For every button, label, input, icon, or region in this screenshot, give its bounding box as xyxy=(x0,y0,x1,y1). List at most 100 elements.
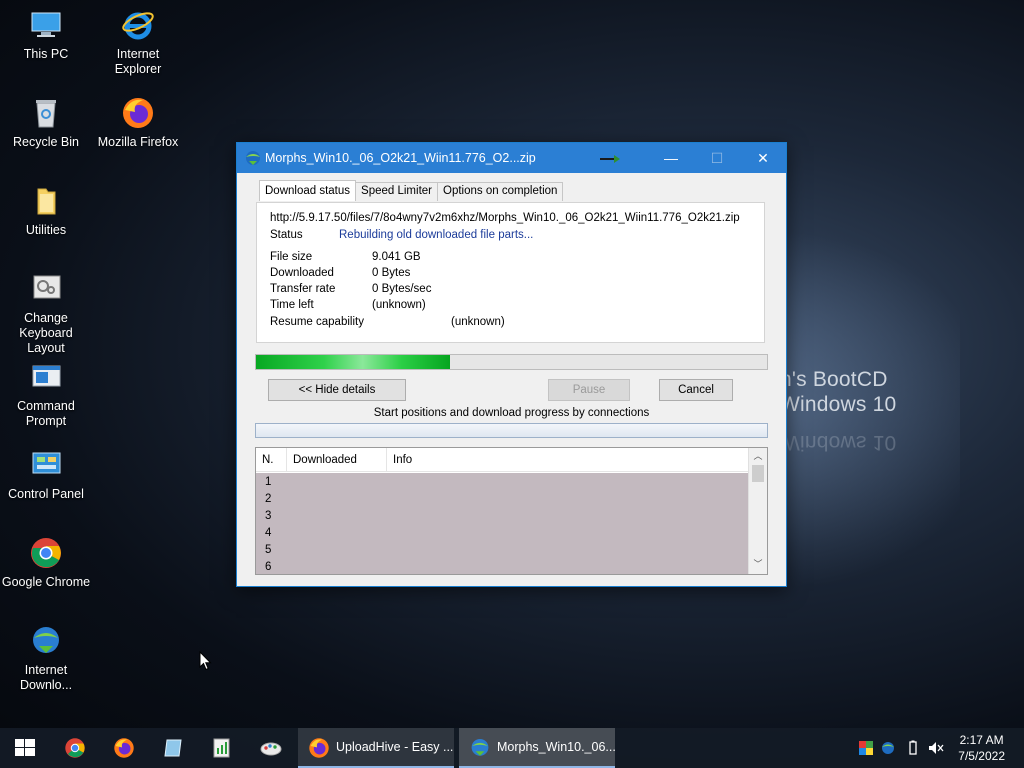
scroll-thumb[interactable] xyxy=(752,465,764,482)
internet-explorer-icon xyxy=(121,8,155,42)
desktop-icon-chrome[interactable]: Google Chrome xyxy=(0,536,92,590)
downloaded-value: 0 Bytes xyxy=(372,267,411,279)
desktop-icon-label: Internet Explorer xyxy=(114,47,162,76)
clock-time: 2:17 AM xyxy=(959,733,1004,747)
list-scrollbar[interactable]: ︿ ﹀ xyxy=(748,448,767,574)
list-item[interactable]: 5 xyxy=(265,542,271,559)
desktop-icon-label: Google Chrome xyxy=(1,575,91,589)
desktop-icon-command-prompt[interactable]: Command Prompt xyxy=(0,360,92,429)
desktop-icon-label: Control Panel xyxy=(8,487,84,501)
column-header-number[interactable]: N. xyxy=(256,448,287,472)
tab-speed-limiter[interactable]: Speed Limiter xyxy=(355,182,438,201)
desktop-icon-keyboard-layout[interactable]: Change Keyboard Layout xyxy=(0,272,92,356)
desktop-icon-recycle-bin[interactable]: Recycle Bin xyxy=(0,96,92,150)
paint-icon xyxy=(260,737,282,759)
tab-options-on-completion[interactable]: Options on completion xyxy=(437,182,564,201)
folder-icon xyxy=(29,184,63,218)
minimize-button[interactable]: — xyxy=(648,143,694,173)
desktop-icon-label: Utilities xyxy=(25,223,67,237)
desktop-icon-utilities[interactable]: Utilities xyxy=(0,184,92,238)
wallpaper-text-line2: Windows 10 xyxy=(780,393,897,416)
chrome-icon xyxy=(64,737,86,759)
desktop-icon-label: Change Keyboard Layout xyxy=(19,311,73,355)
transfer-arrow-icon xyxy=(595,143,625,173)
desktop-icon-label: Recycle Bin xyxy=(13,135,79,149)
start-button[interactable] xyxy=(0,728,48,768)
idm-icon xyxy=(244,149,262,167)
file-size-value: 9.041 GB xyxy=(372,251,421,263)
color-icon[interactable] xyxy=(858,740,874,756)
list-item[interactable]: 2 xyxy=(265,491,271,508)
command-prompt-icon xyxy=(29,360,63,394)
taskbar-notepad-chart-button[interactable] xyxy=(197,728,245,768)
taskbar-chrome-button[interactable] xyxy=(50,728,98,768)
taskbar: UploadHive - Easy ... Morphs_Win10._06..… xyxy=(0,728,1024,768)
taskbar-task-uploadhive[interactable]: UploadHive - Easy ... xyxy=(298,728,454,768)
firefox-icon xyxy=(308,737,330,759)
wallpaper-text-line1: n's BootCD xyxy=(780,368,888,391)
firefox-icon xyxy=(121,96,155,130)
connections-progress-bar xyxy=(255,423,768,438)
connections-list-header: N. Downloaded Info xyxy=(256,448,748,472)
taskbar-paint-button[interactable] xyxy=(246,728,294,768)
desktop-icon-idm[interactable]: Internet Downlo... xyxy=(0,624,92,693)
desktop-icon-label: This PC xyxy=(23,47,69,61)
download-progress-fill xyxy=(256,355,451,369)
column-header-downloaded[interactable]: Downloaded xyxy=(287,448,387,472)
desktop-icon-control-panel[interactable]: Control Panel xyxy=(0,448,92,502)
connections-list-body: 1 2 3 4 5 6 xyxy=(256,473,748,574)
download-status-panel: http://5.9.17.50/files/7/8o4wny7v2m6xhz/… xyxy=(256,202,765,343)
desktop-icon-this-pc[interactable]: This PC xyxy=(0,8,92,62)
desktop-icon-label: Mozilla Firefox xyxy=(97,135,179,149)
usb-icon[interactable] xyxy=(905,740,921,756)
idm-icon xyxy=(469,737,491,759)
close-button[interactable]: ✕ xyxy=(740,143,786,173)
window-title-bar[interactable]: Morphs_Win10._06_O2k21_Wiin11.776_O2...z… xyxy=(237,143,786,173)
scroll-up-icon[interactable]: ︿ xyxy=(749,448,767,464)
tab-download-status[interactable]: Download status xyxy=(259,180,357,201)
desktop-icon-label: Internet Downlo... xyxy=(19,663,73,692)
list-item[interactable]: 4 xyxy=(265,525,271,542)
transfer-rate-label: Transfer rate xyxy=(270,283,336,295)
taskbar-task-idm-download[interactable]: Morphs_Win10._06... xyxy=(459,728,616,768)
tablet-icon xyxy=(162,737,184,759)
cancel-button[interactable]: Cancel xyxy=(659,379,733,401)
list-item[interactable]: 3 xyxy=(265,508,271,525)
desktop-icon-internet-explorer[interactable]: Internet Explorer xyxy=(92,8,184,77)
status-value: Rebuilding old downloaded file parts... xyxy=(339,229,534,241)
clock-date: 7/5/2022 xyxy=(958,749,1005,763)
list-item[interactable]: 1 xyxy=(265,474,271,491)
desktop-icon-firefox[interactable]: Mozilla Firefox xyxy=(92,96,184,150)
pause-button[interactable]: Pause xyxy=(548,379,630,401)
control-panel-icon xyxy=(29,448,63,482)
taskbar-firefox-button[interactable] xyxy=(99,728,147,768)
resume-capability-value: (unknown) xyxy=(451,316,505,328)
recycle-bin-icon xyxy=(29,96,63,130)
column-header-info[interactable]: Info xyxy=(387,448,748,472)
idm-icon xyxy=(29,624,63,658)
status-label: Status xyxy=(270,229,303,241)
idm-tray-icon[interactable] xyxy=(880,740,896,756)
this-pc-icon xyxy=(29,8,63,42)
scroll-down-icon[interactable]: ﹀ xyxy=(749,556,767,572)
downloaded-label: Downloaded xyxy=(270,267,334,279)
wallpaper-text-reflection: Windows 10 xyxy=(780,431,897,454)
firefox-icon xyxy=(113,737,135,759)
file-size-label: File size xyxy=(270,251,313,263)
taskbar-task-label: UploadHive - Easy ... xyxy=(336,740,454,754)
mouse-cursor-icon xyxy=(199,650,213,671)
maximize-button[interactable]: ☐ xyxy=(694,143,740,173)
download-url: http://5.9.17.50/files/7/8o4wny7v2m6xhz/… xyxy=(270,212,740,224)
time-left-label: Time left xyxy=(270,299,314,311)
taskbar-tablet-button[interactable] xyxy=(148,728,196,768)
hide-details-button[interactable]: << Hide details xyxy=(268,379,406,401)
connections-list[interactable]: N. Downloaded Info 1 2 3 4 5 6 ︿ ﹀ xyxy=(255,447,768,575)
transfer-rate-value: 0 Bytes/sec xyxy=(372,283,432,295)
time-left-value: (unknown) xyxy=(372,299,426,311)
start-icon xyxy=(14,737,36,759)
volume-muted-icon[interactable] xyxy=(928,740,944,756)
list-item[interactable]: 6 xyxy=(265,559,271,574)
system-clock[interactable]: 2:17 AM 7/5/2022 xyxy=(958,732,1005,764)
desktop-icon-label: Command Prompt xyxy=(17,399,75,428)
download-progress-bar xyxy=(255,354,768,370)
